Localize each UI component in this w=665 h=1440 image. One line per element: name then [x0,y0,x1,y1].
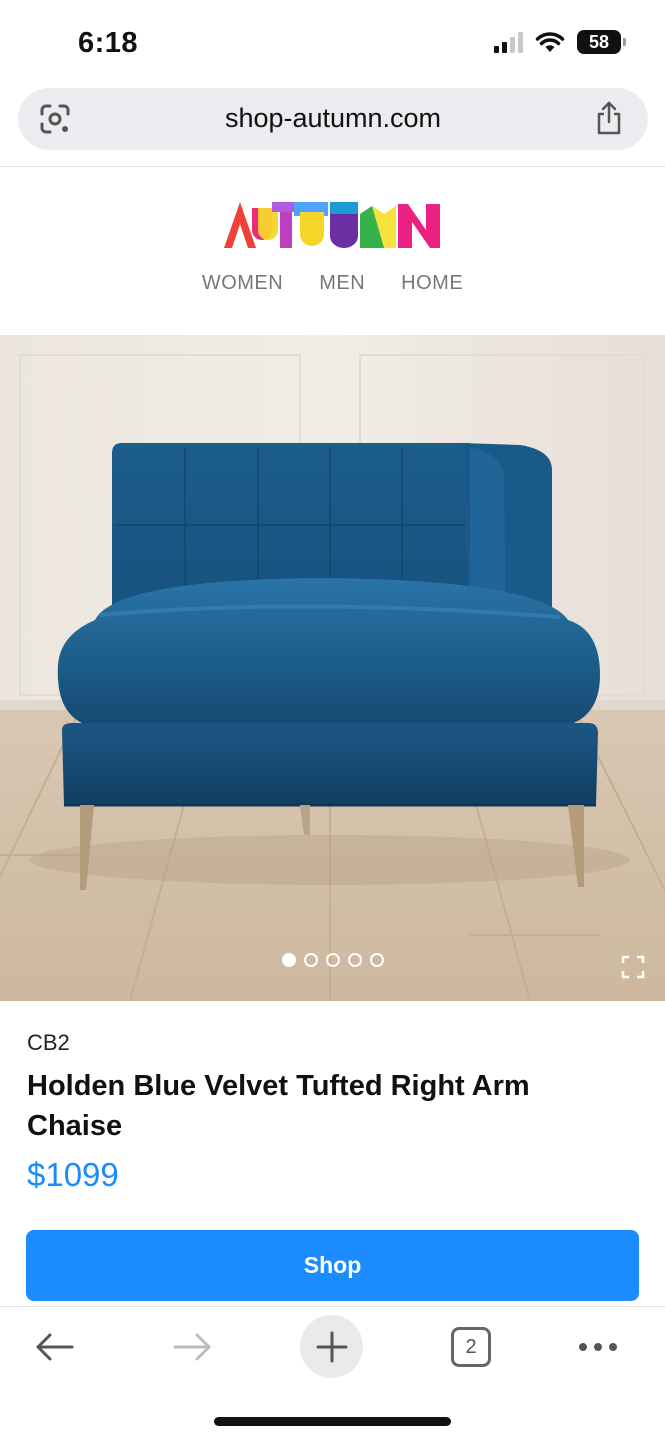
share-icon[interactable] [594,100,624,136]
product-price: $1099 [27,1156,119,1193]
status-time: 6:18 [78,27,139,59]
carousel-dot[interactable] [303,953,318,967]
carousel-dot[interactable] [281,953,296,967]
more-menu-button[interactable] [566,1315,630,1379]
wifi-icon [535,32,565,52]
chaise-photo [0,335,665,1001]
tab-count: 2 [451,1327,491,1367]
back-button[interactable] [22,1315,86,1379]
product-image[interactable] [0,335,665,1001]
nav-item-men[interactable]: MEN [319,272,365,295]
new-tab-button[interactable] [300,1315,363,1378]
more-dots-icon [579,1343,617,1351]
product-title: Holden Blue Velvet Tufted Right Arm Chai… [27,1070,530,1142]
url-text[interactable]: shop-autumn.com [18,103,648,134]
carousel-dot[interactable] [347,953,362,967]
nav-item-women[interactable]: WOMEN [202,272,283,295]
home-indicator[interactable] [214,1417,451,1426]
address-bar[interactable]: shop-autumn.com [18,88,648,150]
cellular-signal-icon [494,31,523,53]
plus-icon [316,1331,347,1362]
status-icons: 58 [494,30,626,54]
forward-button[interactable] [161,1315,225,1379]
main-nav: WOMEN MEN HOME [0,272,665,295]
nav-item-home[interactable]: HOME [401,272,463,295]
carousel-dot[interactable] [369,953,384,967]
carousel-dot[interactable] [325,953,340,967]
shop-button[interactable]: Shop [26,1230,639,1301]
battery-icon: 58 [577,30,626,54]
status-bar: 6:18 58 [0,0,665,88]
divider [0,166,665,167]
arrow-left-icon [36,1333,74,1361]
browser-toolbar: 2 [0,1306,665,1440]
autumn-logo[interactable] [222,200,442,250]
fullscreen-icon[interactable] [621,955,645,979]
arrow-right-icon [173,1333,211,1361]
image-carousel-dots [0,953,665,967]
battery-level: 58 [588,31,610,52]
tab-switcher-button[interactable]: 2 [439,1315,503,1379]
product-brand: CB2 [27,1030,70,1055]
